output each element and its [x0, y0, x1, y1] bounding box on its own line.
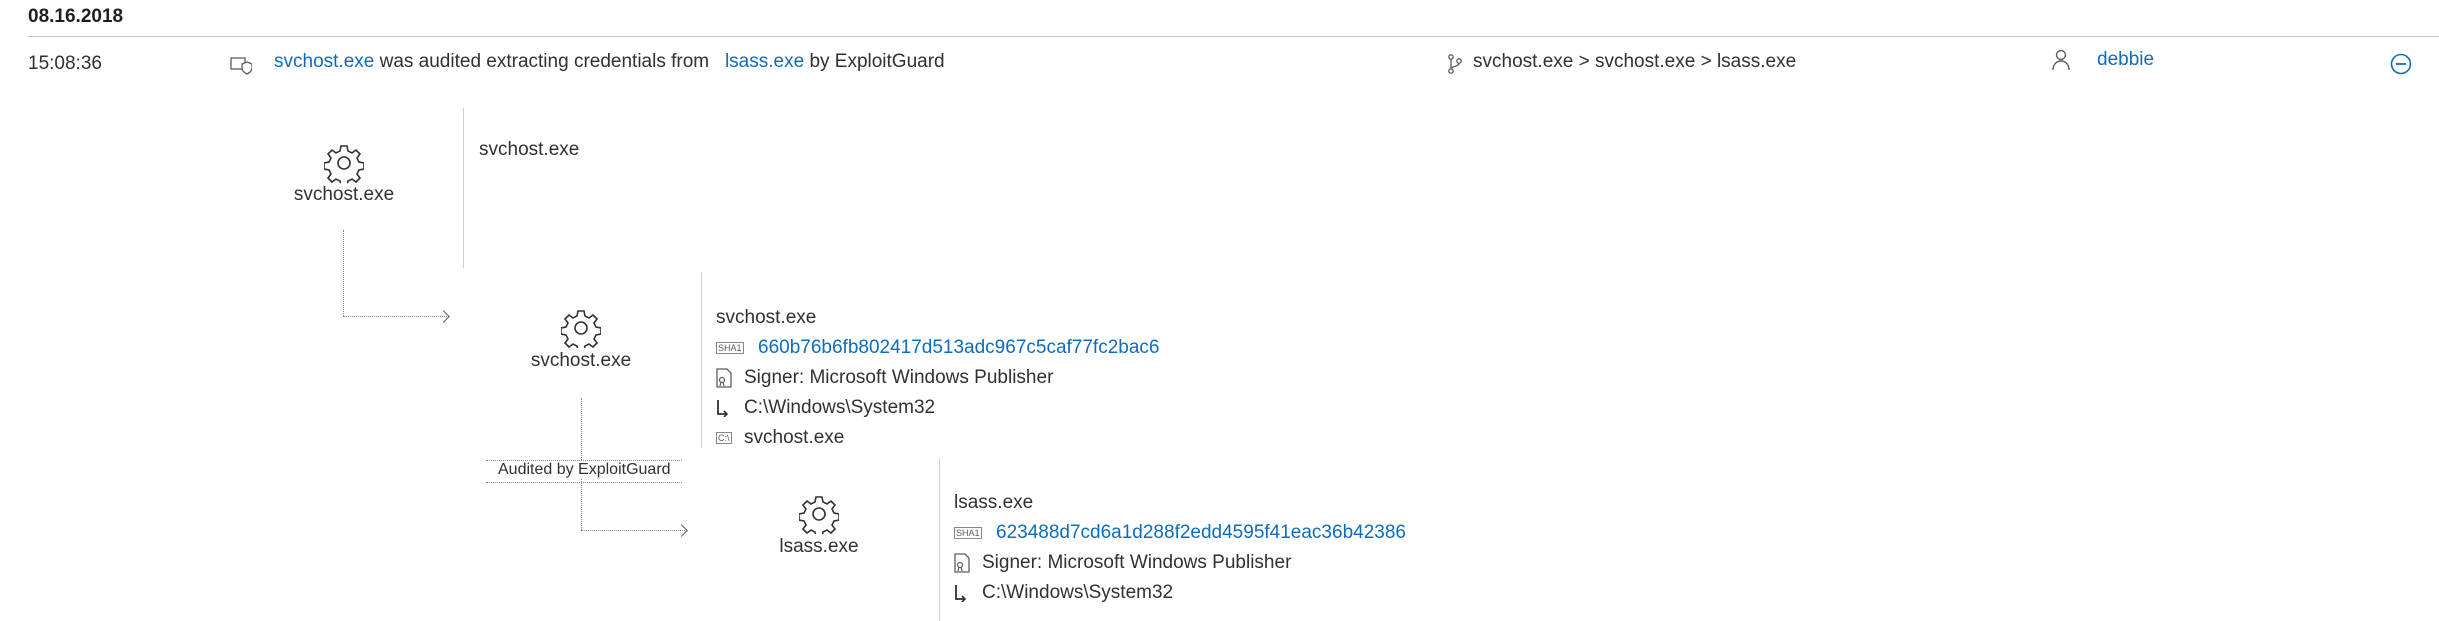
node-details: lsass.exe SHA1 623488d7cd6a1d288f2edd459…	[954, 488, 1406, 608]
arrow-icon	[437, 310, 450, 323]
tree-connector	[343, 230, 344, 316]
sha1-link[interactable]: 660b76b6fb802417d513adc967c5caf77fc2bac6	[758, 337, 1159, 359]
node-detail-title: svchost.exe	[479, 139, 580, 160]
user-icon	[2052, 49, 2070, 76]
detail-title-row: lsass.exe	[954, 488, 1406, 518]
node-detail-title: svchost.exe	[716, 307, 817, 328]
target-process-link[interactable]: lsass.exe	[725, 51, 804, 72]
node-label[interactable]: lsass.exe	[739, 536, 899, 558]
signer-text: Signer: Microsoft Windows Publisher	[982, 552, 1292, 573]
node-details: svchost.exe SHA1 660b76b6fb802417d513adc…	[716, 303, 1159, 453]
path-row: C:\Windows\System32	[954, 578, 1406, 608]
actor-process-link[interactable]: svchost.exe	[274, 51, 374, 72]
detail-title-row: svchost.exe	[716, 303, 1159, 333]
event-description: svchost.exe was audited extracting crede…	[274, 51, 945, 73]
node-divider	[939, 458, 940, 621]
gear-icon	[323, 143, 365, 188]
signer-row: Signer: Microsoft Windows Publisher	[716, 363, 1159, 393]
node-label[interactable]: svchost.exe	[264, 184, 424, 206]
command-line-icon: C:\	[716, 432, 732, 444]
sha1-icon: SHA1	[954, 527, 982, 539]
signer-text: Signer: Microsoft Windows Publisher	[744, 367, 1054, 388]
node-label[interactable]: svchost.exe	[501, 350, 661, 372]
by-text: by ExploitGuard	[809, 51, 945, 72]
audit-label: Audited by ExploitGuard	[494, 461, 675, 479]
certificate-icon	[954, 553, 982, 573]
sha1-row: SHA1 660b76b6fb802417d513adc967c5caf77fc…	[716, 333, 1159, 363]
shield-alert-icon	[230, 55, 253, 80]
node-detail-title: lsass.exe	[954, 492, 1034, 513]
arrow-icon	[675, 524, 688, 537]
tree-connector	[486, 482, 682, 483]
action-text: was audited extracting credentials from	[379, 51, 710, 72]
process-tree-icon	[1447, 54, 1463, 79]
node-divider	[463, 108, 464, 268]
folder-path-icon	[716, 399, 744, 417]
collapse-icon[interactable]	[2390, 53, 2412, 80]
signer-row: Signer: Microsoft Windows Publisher	[954, 548, 1406, 578]
cmdline-row: C:\ svchost.exe	[716, 423, 1159, 453]
event-time: 15:08:36	[28, 53, 102, 74]
tree-connector	[343, 316, 447, 317]
sha1-link[interactable]: 623488d7cd6a1d288f2edd4595f41eac36b42386	[996, 522, 1406, 544]
date-divider	[28, 36, 2439, 37]
cmdline-text: svchost.exe	[744, 427, 845, 448]
node-divider	[701, 272, 702, 448]
gear-icon	[560, 308, 602, 353]
tree-connector	[581, 530, 685, 531]
path-text: C:\Windows\System32	[982, 582, 1174, 603]
certificate-icon	[716, 368, 744, 388]
folder-path-icon	[954, 584, 982, 602]
sha1-row: SHA1 623488d7cd6a1d288f2edd4595f41eac36b…	[954, 518, 1406, 548]
path-text: C:\Windows\System32	[744, 397, 936, 418]
sha1-icon: SHA1	[716, 342, 744, 354]
process-chain: svchost.exe > svchost.exe > lsass.exe	[1473, 51, 1797, 72]
date-header: 08.16.2018	[28, 6, 124, 27]
gear-icon	[798, 494, 840, 539]
path-row: C:\Windows\System32	[716, 393, 1159, 423]
user-link[interactable]: debbie	[2097, 49, 2154, 71]
